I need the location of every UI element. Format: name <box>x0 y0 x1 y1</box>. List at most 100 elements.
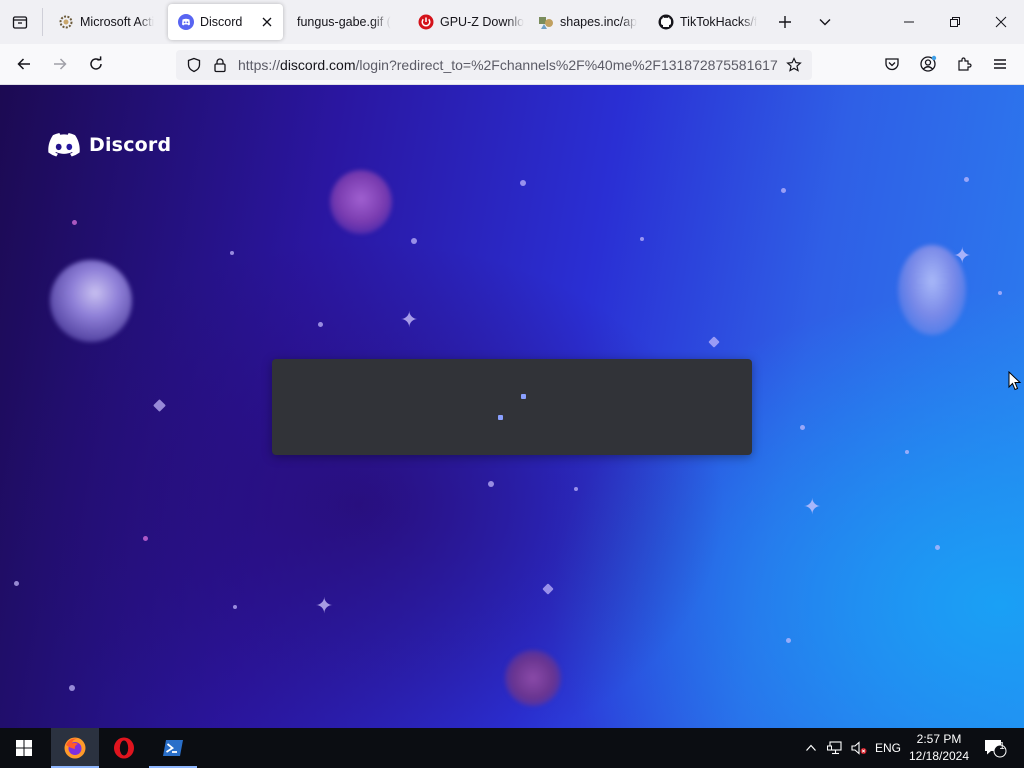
tab-title: Discord <box>200 15 243 29</box>
star-decoration <box>935 545 940 550</box>
star-decoration <box>781 188 786 193</box>
pocket-icon <box>885 58 899 71</box>
show-hidden-icons-button[interactable] <box>800 728 822 768</box>
url-host: discord.com <box>280 57 356 73</box>
star-decoration <box>708 336 720 348</box>
list-all-tabs-button[interactable] <box>812 9 838 35</box>
star-decoration <box>905 450 909 454</box>
clock-time: 2:57 PM <box>916 732 962 746</box>
plus-icon <box>779 16 791 28</box>
start-button[interactable] <box>0 728 48 768</box>
star-decoration <box>14 581 19 586</box>
power-icon <box>418 14 434 30</box>
close-icon <box>995 16 1007 28</box>
star-decoration <box>72 220 77 225</box>
discord-icon <box>48 132 80 156</box>
language-indicator[interactable]: ENG <box>872 728 904 768</box>
star-decoration <box>542 583 554 595</box>
star-decoration <box>520 180 526 186</box>
discord-logo[interactable]: Discord <box>48 132 171 158</box>
loading-spinner-dot <box>498 415 503 420</box>
creature-decoration <box>898 245 966 335</box>
tab-title: Microsoft Acti <box>80 15 155 29</box>
taskbar-clock[interactable]: 2:57 PM 12/18/2024 <box>904 731 974 765</box>
url-scheme: https:// <box>238 57 281 73</box>
tab-title: fungus-gabe.gif ( <box>297 15 391 29</box>
loading-spinner-dot <box>521 394 526 399</box>
pocket-button[interactable] <box>877 50 907 78</box>
reload-button[interactable] <box>81 50 111 78</box>
sparkle-decoration: ✦ <box>400 308 419 333</box>
forward-button[interactable] <box>45 50 75 78</box>
network-icon <box>827 741 842 755</box>
star-decoration <box>488 481 494 487</box>
potion-decoration <box>505 650 561 706</box>
notification-count: 1 <box>999 741 1005 752</box>
lock-icon[interactable] <box>212 57 228 73</box>
tab-shapes-inc[interactable]: shapes.inc/ap <box>528 4 644 40</box>
tab-discord[interactable]: Discord <box>168 4 283 40</box>
tracking-protection-shield-icon[interactable] <box>186 57 202 73</box>
restore-icon <box>950 17 960 27</box>
tab-overview-icon <box>12 16 28 29</box>
windows-taskbar: ENG 2:57 PM 12/18/2024 1 <box>0 728 1024 768</box>
taskbar-opera[interactable] <box>100 728 148 768</box>
mouse-cursor-icon <box>1008 371 1022 391</box>
reload-icon <box>90 56 102 70</box>
shapes-icon <box>538 14 554 30</box>
star-decoration <box>153 399 166 412</box>
sparkle-decoration: ✦ <box>803 495 822 520</box>
tab-close-button[interactable] <box>259 14 275 30</box>
taskbar-firefox[interactable] <box>51 728 99 768</box>
chevron-up-icon <box>806 744 816 751</box>
new-tab-button[interactable] <box>772 9 798 35</box>
app-menu-button[interactable] <box>985 50 1015 78</box>
star-decoration <box>786 638 791 643</box>
star-decoration <box>233 605 237 609</box>
tab-strip: Microsoft Acti Discord fungus-gabe.gif (… <box>0 0 1024 44</box>
star-decoration <box>998 291 1002 295</box>
restore-button[interactable] <box>932 0 978 44</box>
network-button[interactable] <box>824 728 846 768</box>
star-decoration <box>143 536 148 541</box>
windows-start-icon <box>16 740 32 756</box>
gear-icon <box>58 14 74 30</box>
star-decoration <box>411 238 417 244</box>
brand-name: Discord <box>89 134 172 156</box>
account-button[interactable] <box>913 50 943 78</box>
minimize-button[interactable] <box>886 0 932 44</box>
opera-icon <box>114 737 134 759</box>
action-center-button[interactable]: 1 <box>978 728 1012 768</box>
extensions-button[interactable] <box>949 50 979 78</box>
tab-fungus-gif[interactable]: fungus-gabe.gif ( <box>287 4 399 40</box>
discord-login-page: ✦ ✦ ✦ ✦ Discord <box>0 85 1024 728</box>
account-icon <box>920 55 937 72</box>
login-card <box>272 359 752 455</box>
star-decoration <box>230 251 234 255</box>
taskbar-powershell[interactable] <box>149 728 197 768</box>
star-decoration <box>640 237 644 241</box>
arrow-left-icon <box>17 58 30 70</box>
tab-overview-button[interactable] <box>6 9 34 35</box>
chevron-down-icon <box>819 19 831 26</box>
close-icon <box>262 17 272 27</box>
back-button[interactable] <box>9 50 39 78</box>
tab-gpu-z[interactable]: GPU-Z Downlo <box>408 4 524 40</box>
minimize-icon <box>904 21 914 23</box>
volume-muted-icon <box>851 741 867 755</box>
star-decoration <box>574 487 578 491</box>
url-bar[interactable]: https://discord.com/login?redirect_to=%2… <box>176 50 812 80</box>
star-decoration <box>964 177 969 182</box>
star-decoration <box>318 322 323 327</box>
bookmark-star-icon[interactable] <box>786 57 802 73</box>
tab-title: shapes.inc/ap <box>560 15 638 29</box>
close-window-button[interactable] <box>978 0 1024 44</box>
url-text[interactable]: https://discord.com/login?redirect_to=%2… <box>238 57 778 73</box>
volume-button[interactable] <box>848 728 870 768</box>
tab-strip-divider <box>42 8 43 36</box>
tab-tiktokhacks[interactable]: TikTokHacks/f <box>648 4 764 40</box>
bag-decoration <box>330 170 392 234</box>
tab-microsoft-activation[interactable]: Microsoft Acti <box>48 4 164 40</box>
puzzle-icon <box>958 57 972 71</box>
firefox-icon <box>64 737 86 759</box>
